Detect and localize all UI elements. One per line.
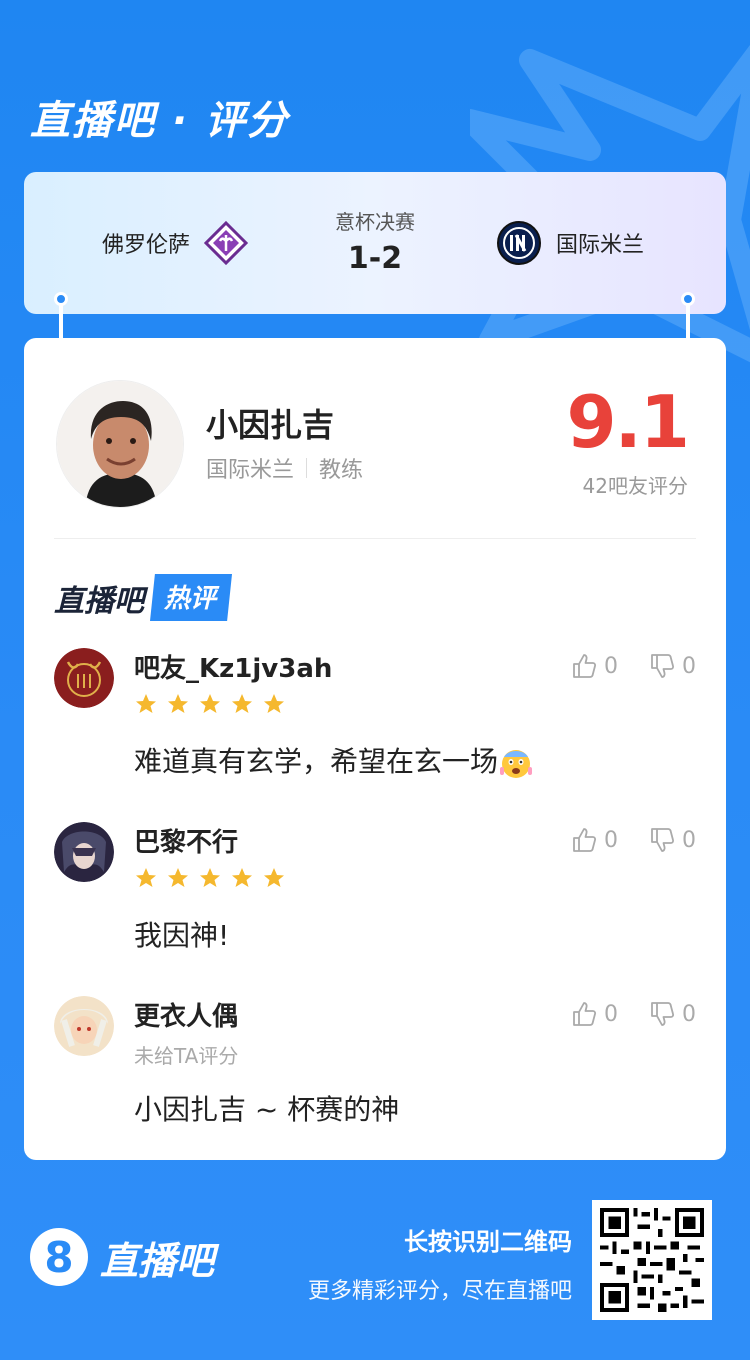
- comment-text: 难道真有玄学，希望在玄一场: [134, 740, 533, 780]
- comment-votes: 0 0: [570, 652, 696, 680]
- thumbs-down-icon: [651, 654, 675, 678]
- thumbs-up-icon: [573, 1002, 597, 1026]
- rating-count: 42吧友评分: [582, 474, 688, 498]
- dislike-button[interactable]: 0: [648, 652, 696, 680]
- qr-cta-slogan: 更多精彩评分，尽在直播吧: [307, 1279, 572, 1304]
- star-icon: [200, 868, 220, 887]
- section-divider: [54, 538, 696, 539]
- logo-name: 直播吧: [100, 1238, 215, 1283]
- comment-votes: 0 0: [570, 1000, 696, 1028]
- hot-tag: 热评: [150, 574, 233, 621]
- star-icon: [168, 868, 188, 887]
- away-team: 国际米兰: [496, 172, 644, 314]
- meta-divider: [306, 458, 308, 478]
- user-avatar: [54, 648, 114, 708]
- footer-logo: 8 直播吧: [30, 1228, 214, 1286]
- comment-text-content: 难道真有玄学，希望在玄一场: [134, 745, 499, 778]
- star-rating: [134, 692, 286, 716]
- coach-meta: 国际米兰 教练: [206, 452, 363, 484]
- brand-title: 直播吧 · 评分: [30, 98, 290, 144]
- comment-item: 巴黎不行 我因神! 0 0: [54, 822, 696, 952]
- comment-text: 小因扎吉 ~ 杯赛的神: [134, 1093, 400, 1126]
- rating-score: 9.1: [566, 380, 690, 464]
- dislike-button[interactable]: 0: [648, 826, 696, 854]
- hot-brand: 直播吧: [54, 583, 144, 619]
- comment-item: 吧友_Kz1jv3ah 难道真有玄学，希望在玄一场 0 0: [54, 648, 696, 778]
- dislike-button[interactable]: 0: [648, 1000, 696, 1028]
- coach-name: 小因扎吉: [206, 406, 335, 444]
- coach-team: 国际米兰: [206, 458, 295, 483]
- thumbs-up-icon: [573, 828, 597, 852]
- star-rating: [134, 866, 286, 890]
- no-rating-label: 未给TA评分: [134, 1044, 239, 1068]
- dislike-count: 0: [682, 653, 696, 679]
- like-button[interactable]: 0: [570, 652, 618, 680]
- coach-avatar: [56, 380, 184, 508]
- like-count: 0: [604, 827, 618, 853]
- scared-face-emoji-icon: [500, 750, 533, 778]
- comment-username[interactable]: 巴黎不行: [134, 822, 238, 859]
- user-avatar: [54, 996, 114, 1056]
- comment-username[interactable]: 更衣人偶: [134, 996, 238, 1033]
- like-button[interactable]: 0: [570, 1000, 618, 1028]
- qr-code[interactable]: [592, 1200, 712, 1320]
- logo-icon: 8: [30, 1228, 88, 1286]
- star-icon: [136, 868, 156, 887]
- star-icon: [232, 868, 252, 887]
- thumbs-down-icon: [651, 828, 675, 852]
- star-icon: [264, 694, 284, 713]
- comment-item: 更衣人偶 未给TA评分 小因扎吉 ~ 杯赛的神 0 0: [54, 996, 696, 1126]
- star-icon: [232, 694, 252, 713]
- like-count: 0: [604, 653, 618, 679]
- like-count: 0: [604, 1001, 618, 1027]
- star-icon: [136, 694, 156, 713]
- comment-votes: 0 0: [570, 826, 696, 854]
- coach-role: 教练: [319, 458, 364, 483]
- inter-milan-badge-icon: [497, 221, 541, 265]
- star-icon: [264, 868, 284, 887]
- match-card: 佛罗伦萨 意杯决赛 1-2 国际米兰: [24, 172, 726, 314]
- dislike-count: 0: [682, 1001, 696, 1027]
- comment-username[interactable]: 吧友_Kz1jv3ah: [134, 648, 332, 685]
- dislike-count: 0: [682, 827, 696, 853]
- qr-cta-title: 长按识别二维码: [404, 1228, 572, 1256]
- star-icon: [168, 694, 188, 713]
- footer-cta: 长按识别二维码 更多精彩评分，尽在直播吧: [308, 1222, 572, 1305]
- qr-code-icon: [600, 1208, 704, 1312]
- user-avatar: [54, 822, 114, 882]
- thumbs-down-icon: [651, 1002, 675, 1026]
- like-button[interactable]: 0: [570, 826, 618, 854]
- thumbs-up-icon: [573, 654, 597, 678]
- hot-comments-header: 直播吧 热评: [54, 574, 233, 621]
- star-icon: [200, 694, 220, 713]
- away-team-name: 国际米兰: [556, 233, 645, 258]
- rating-card: 小因扎吉 国际米兰 教练 9.1 42吧友评分 直播吧 热评 吧友_Kz1jv3…: [24, 338, 726, 1160]
- comment-text: 我因神!: [134, 919, 230, 952]
